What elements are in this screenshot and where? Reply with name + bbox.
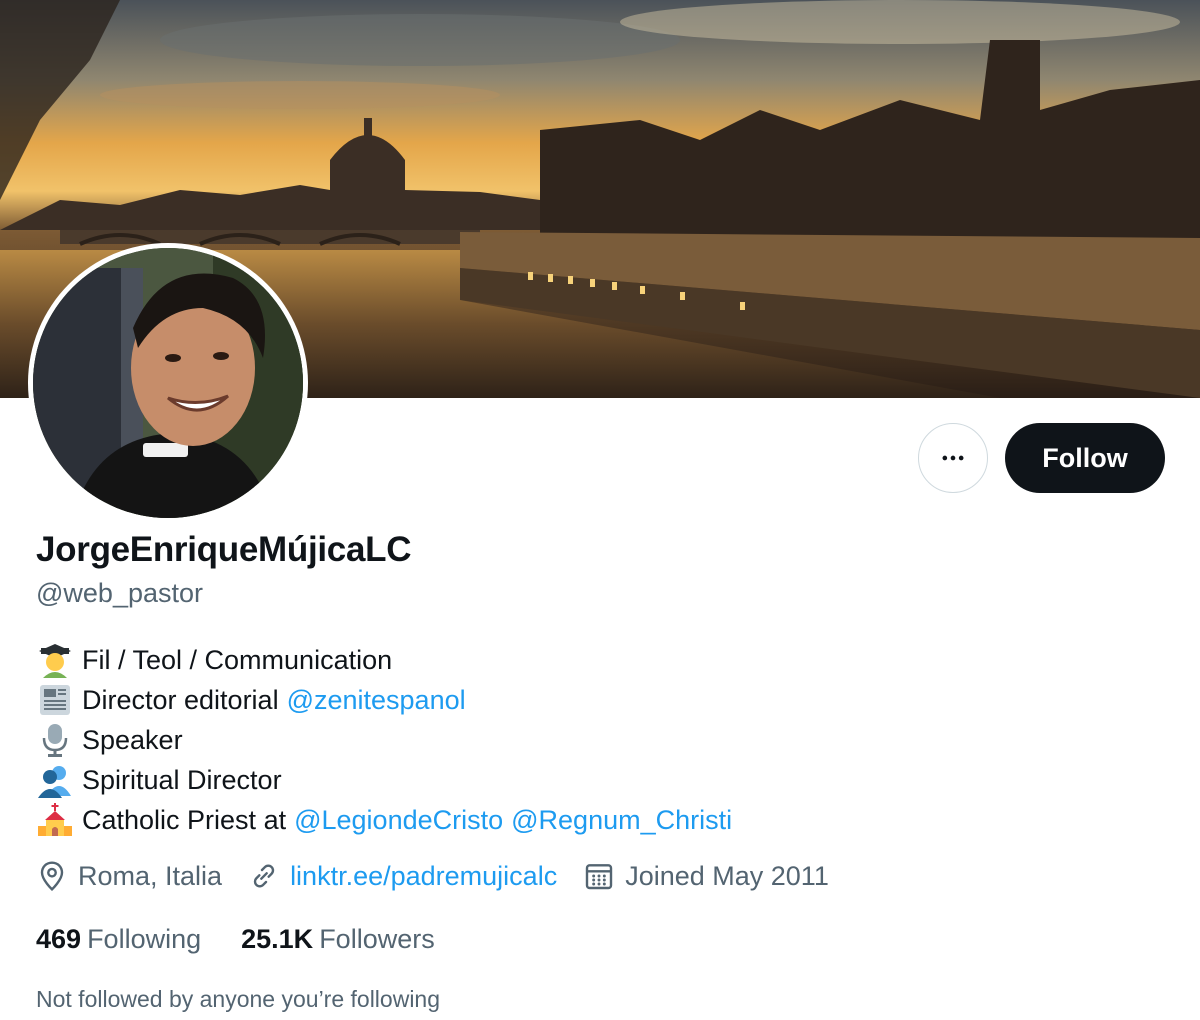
following-count: 469 <box>36 924 82 954</box>
bio-line: Speaker <box>36 720 732 760</box>
bio-text: Spiritual Director <box>82 765 282 795</box>
followers-count: 25.1K <box>241 924 314 954</box>
location-text: Roma, Italia <box>78 860 223 891</box>
follow-button[interactable]: Follow <box>1005 423 1165 493</box>
profile-meta: Roma, Italia linktr.ee/padremujicalc Joi… <box>36 860 855 892</box>
newspaper-icon <box>36 682 74 718</box>
bio-line: Catholic Priest at @LegiondeCristo @Regn… <box>36 800 732 840</box>
microphone-icon <box>36 722 74 758</box>
bio-line: Spiritual Director <box>36 760 732 800</box>
mention-link[interactable]: @LegiondeCristo <box>294 800 503 840</box>
avatar-photo <box>33 248 303 518</box>
followers-link[interactable]: 25.1K Followers <box>241 924 435 955</box>
mention-link[interactable]: @Regnum_Christi <box>511 800 732 840</box>
location-item: Roma, Italia <box>36 860 222 892</box>
bio-text: Catholic Priest at <box>82 805 287 835</box>
ellipsis-icon <box>942 455 964 461</box>
followed-by-note: Not followed by anyone you’re following <box>36 986 441 1012</box>
bio-text: Speaker <box>82 725 183 755</box>
location-pin-icon <box>40 861 64 891</box>
joined-date: Joined May 2011 <box>625 860 829 891</box>
bio-line: Fil / Teol / Communication <box>36 640 732 680</box>
profile-stats: 469 Following 25.1K Followers <box>36 924 475 955</box>
website-item: linktr.ee/padremujicalc <box>248 860 557 892</box>
bio-text: Director editorial <box>82 685 279 715</box>
link-icon <box>253 864 275 888</box>
people-icon <box>36 762 74 798</box>
bio-line: Director editorial @zenitespanol <box>36 680 732 720</box>
followers-label: Followers <box>319 924 435 954</box>
student-icon <box>36 642 74 678</box>
more-options-button[interactable] <box>918 423 988 493</box>
display-name: JorgeEnriqueMújicaLC <box>36 530 412 569</box>
following-link[interactable]: 469 Following <box>36 924 201 955</box>
profile-bio: Fil / Teol / Communication Director edit… <box>36 640 732 840</box>
website-link[interactable]: linktr.ee/padremujicalc <box>290 861 557 892</box>
calendar-icon <box>586 864 613 890</box>
joined-item: Joined May 2011 <box>583 860 829 892</box>
mention-link[interactable]: @zenitespanol <box>287 680 466 720</box>
profile-avatar[interactable] <box>28 243 308 523</box>
church-icon <box>36 802 74 838</box>
bio-text: Fil / Teol / Communication <box>82 645 393 675</box>
user-handle: @web_pastor <box>36 578 203 608</box>
following-label: Following <box>87 924 202 954</box>
